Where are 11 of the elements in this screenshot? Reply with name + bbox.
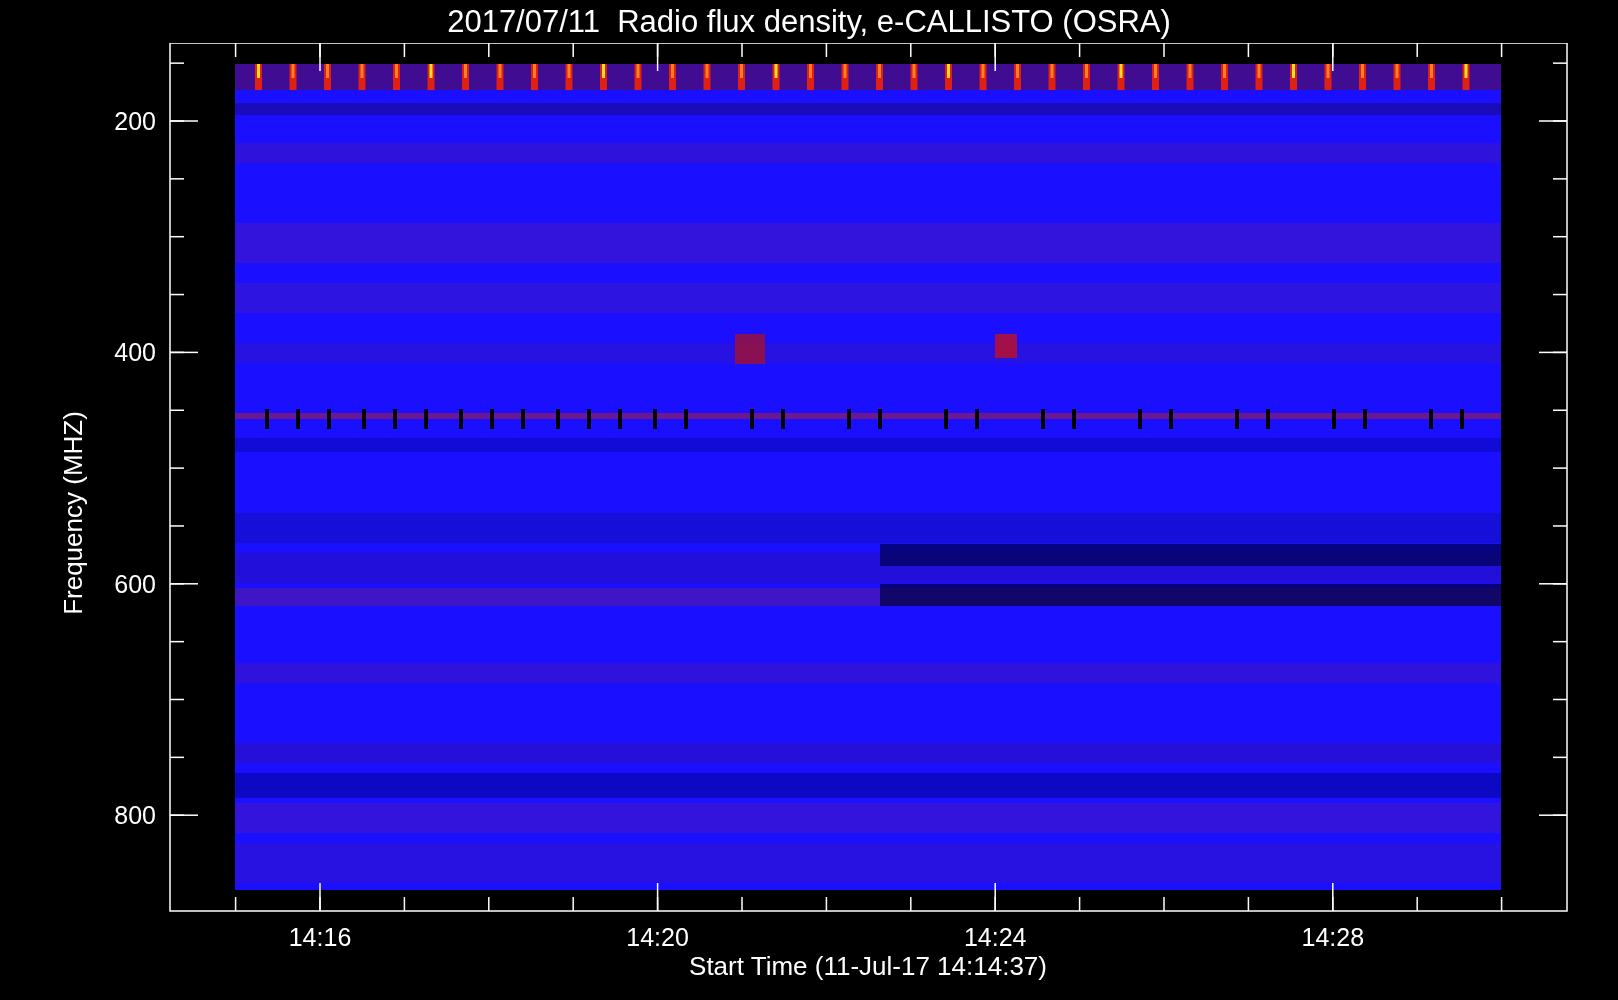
x-axis-label: Start Time (11-Jul-17 14:14:37) (689, 951, 1047, 981)
x-tick-label: 14:24 (963, 923, 1027, 951)
y-axis-label: Frequency (MHZ) (58, 411, 88, 615)
x-tick-label: 14:16 (288, 923, 352, 951)
y-tick-label: 600 (114, 569, 156, 598)
x-tick-label: 14:28 (1301, 923, 1365, 951)
y-tick-label: 800 (114, 801, 156, 830)
y-tick-label: 400 (114, 338, 156, 367)
chart-title: 2017/07/11 Radio flux density, e-CALLISTO (OSRA) (447, 6, 1171, 37)
y-tick-label: 200 (114, 107, 156, 135)
x-tick-label: 14:20 (626, 923, 689, 951)
